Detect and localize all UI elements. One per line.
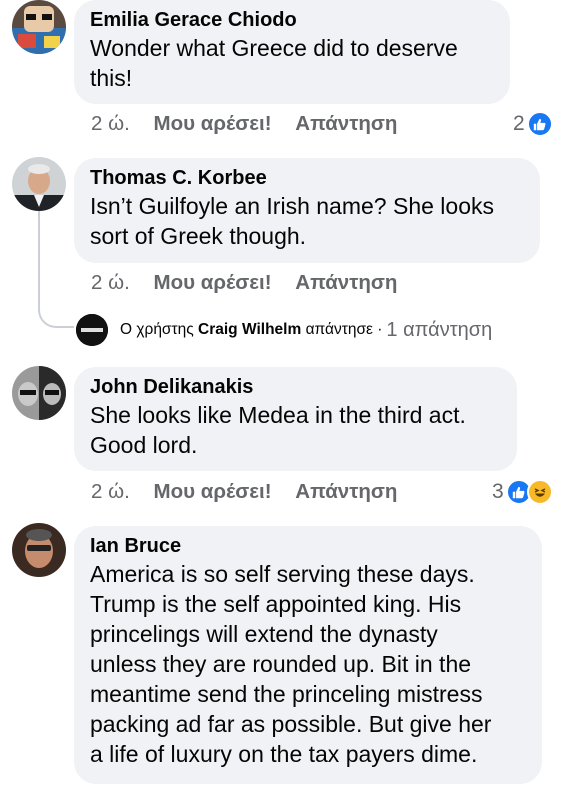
comment-bubble: Thomas C. Korbee Isn’t Guilfoyle an Iris…	[74, 158, 540, 263]
comment-timestamp[interactable]: 2 ώ.	[91, 112, 130, 136]
reply-thread-line	[38, 210, 74, 328]
comment-actions: 2 ώ. Μου αρέσει! Απάντηση	[91, 112, 397, 136]
reply-button[interactable]: Απάντηση	[295, 480, 397, 504]
comment-actions: 2 ώ. Μου αρέσει! Απάντηση	[91, 271, 397, 295]
comment-bubble: Ian Bruce America is so self serving the…	[74, 526, 542, 784]
like-button[interactable]: Μου αρέσει!	[154, 271, 272, 295]
comment-text-line: a life of luxury on the tax payers dime.	[90, 741, 478, 767]
comment-text-line: Trump is the self appointed king. His	[90, 591, 462, 617]
reaction-summary[interactable]: 3	[492, 479, 553, 505]
comment-author[interactable]: Thomas C. Korbee	[90, 165, 524, 191]
comment-timestamp[interactable]: 2 ώ.	[91, 271, 130, 295]
like-button[interactable]: Μου αρέσει!	[154, 112, 272, 136]
reply-count: 1 απάντηση	[386, 318, 493, 341]
comment-bubble: John Delikanakis She looks like Medea in…	[74, 367, 517, 471]
avatar-ian[interactable]	[12, 523, 66, 577]
reply-separator: ·	[377, 321, 383, 338]
comment-text-line: meantime send the princeling mistress	[90, 681, 483, 707]
avatar-john[interactable]	[12, 366, 66, 420]
comment-author[interactable]: Emilia Gerace Chiodo	[90, 7, 494, 33]
comment-text-line: sort of Greek though.	[90, 223, 307, 249]
reaction-count: 3	[492, 480, 504, 503]
reply-prefix: Ο χρήστης	[120, 321, 194, 338]
view-replies-link[interactable]: Ο χρήστης Craig Wilhelm απάντησε · 1 απά…	[76, 314, 492, 346]
avatar-craig	[76, 314, 108, 346]
comment-author[interactable]: Ian Bruce	[90, 533, 526, 559]
comment-timestamp[interactable]: 2 ώ.	[91, 480, 130, 504]
comment-text-line: princelings will extend the dynasty	[90, 621, 438, 647]
comment-text-line: this!	[90, 65, 133, 91]
like-icon	[526, 111, 553, 137]
reply-button[interactable]: Απάντηση	[295, 271, 397, 295]
haha-icon	[526, 479, 553, 505]
comment-text-line: Wonder what Greece did to deserve	[90, 35, 458, 61]
reply-button[interactable]: Απάντηση	[295, 112, 397, 136]
comment-text-line: America is so self serving these days.	[90, 561, 475, 587]
comment-author[interactable]: John Delikanakis	[90, 374, 501, 400]
comment-text-line: packing ad far as possible. But give her	[90, 711, 492, 737]
avatar-thomas[interactable]	[12, 157, 66, 211]
like-button[interactable]: Μου αρέσει!	[154, 480, 272, 504]
comment-bubble: Emilia Gerace Chiodo Wonder what Greece …	[74, 0, 510, 104]
comment-text-line: She looks like Medea in the third act.	[90, 402, 466, 428]
reply-author: Craig Wilhelm	[198, 321, 302, 338]
comment-text-line: Isn’t Guilfoyle an Irish name? She looks	[90, 193, 494, 219]
comment-text-line: unless they are rounded up. Bit in the	[90, 651, 472, 677]
reaction-summary[interactable]: 2	[513, 111, 553, 137]
comment-text-line: Good lord.	[90, 432, 198, 458]
comment-actions: 2 ώ. Μου αρέσει! Απάντηση	[91, 480, 397, 504]
reply-verb: απάντησε	[305, 321, 373, 338]
reaction-count: 2	[513, 112, 525, 135]
avatar-emilia[interactable]	[12, 0, 66, 54]
